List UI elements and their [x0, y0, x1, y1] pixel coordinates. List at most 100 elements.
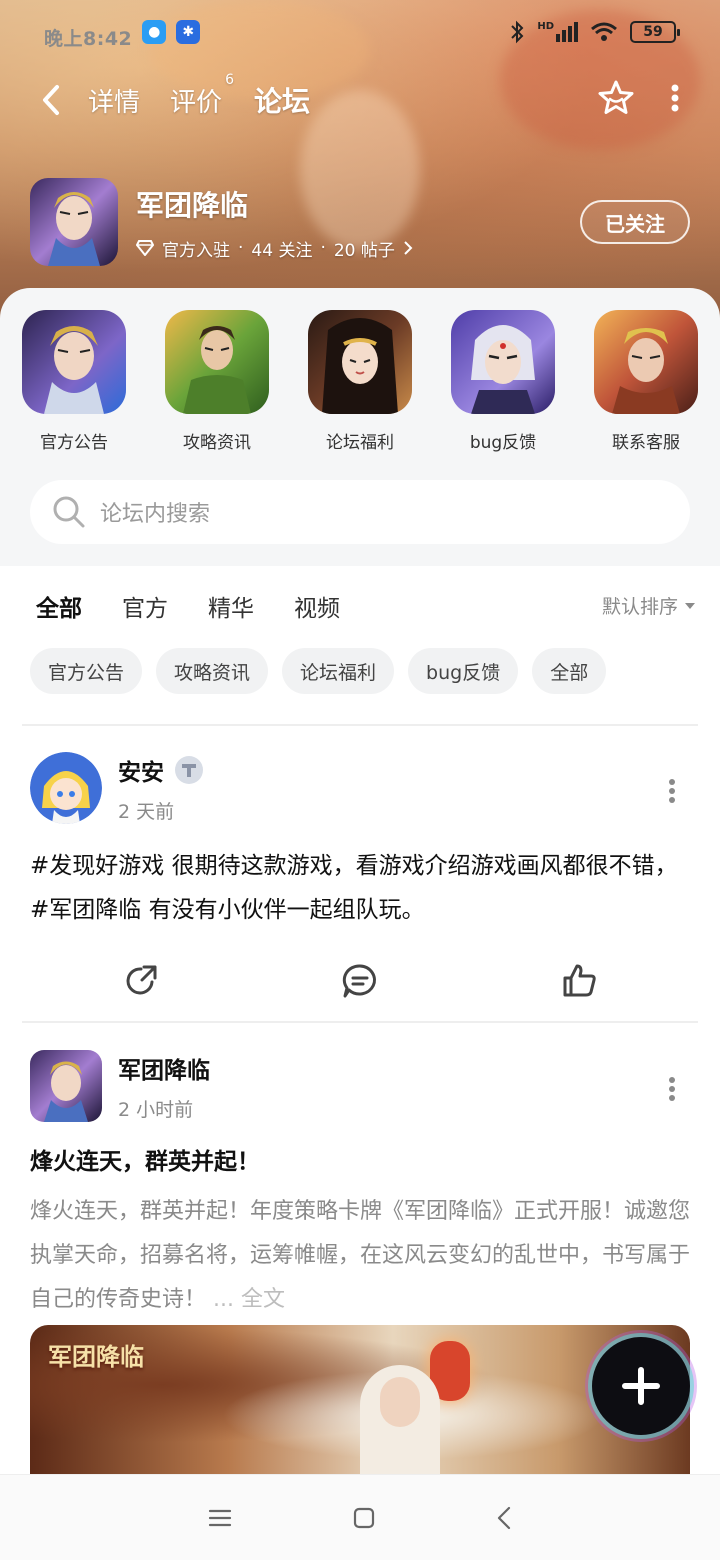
status-bar: 晚上8:42 ● ✱ HD 59 [0, 0, 720, 64]
post-author-info: 军团降临 2 小时前 [118, 1051, 210, 1122]
feed-tab-featured[interactable]: 精华 [208, 589, 254, 623]
divider [22, 1021, 698, 1023]
create-post-button[interactable] [592, 1337, 690, 1435]
tab-reviews-label: 评价 [170, 87, 223, 118]
more-options-icon[interactable] [668, 778, 676, 804]
author-name: 安安 [118, 759, 164, 786]
feed-tabs: 全部 官方 精华 视频 默认排序 [0, 566, 720, 646]
chip-bug-report[interactable]: bug反馈 [408, 648, 519, 694]
perks-hero-icon [308, 310, 412, 414]
like-icon[interactable] [560, 962, 598, 1000]
feed-tab-official[interactable]: 官方 [122, 589, 168, 623]
post-time: 2 小时前 [118, 1098, 194, 1121]
sort-dropdown[interactable]: 默认排序 [602, 592, 696, 619]
system-nav-bar [0, 1474, 720, 1560]
avatar[interactable] [30, 1050, 102, 1122]
more-options-icon[interactable] [670, 83, 680, 113]
category-guides[interactable]: 攻略资讯 [165, 310, 269, 453]
category-sheet: 官方公告 攻略资讯 论坛福利 bug反馈 联系客服 论坛内搜索 [0, 288, 720, 566]
chip-guides[interactable]: 攻略资讯 [156, 648, 269, 694]
customer-service-hero-icon [594, 310, 698, 414]
category-customer-service[interactable]: 联系客服 [594, 310, 698, 453]
category-label: 联系客服 [612, 433, 680, 453]
game-banner: 晚上8:42 ● ✱ HD 59 详情 评价 6 论坛 军团降临 官方入驻 · … [0, 0, 720, 330]
tab-forum[interactable]: 论坛 [254, 80, 310, 124]
category-label: bug反馈 [469, 433, 537, 453]
back-arrow-icon [43, 85, 59, 115]
author-name: 军团降临 [118, 1057, 210, 1084]
post-card[interactable]: 安安 2 天前 #发现好游戏 很期待这款游戏，看游戏介绍游戏画风都很不错，#军团… [30, 752, 690, 1006]
category-label: 攻略资讯 [183, 433, 251, 453]
bluetooth-notification-icon: ✱ [176, 20, 201, 44]
post-image-logo: 军团降临 [48, 1342, 144, 1371]
category-label: 官方公告 [40, 433, 108, 453]
chevron-right-icon [404, 241, 413, 255]
search-placeholder: 论坛内搜索 [100, 502, 211, 527]
post-author-info: 安安 2 天前 [118, 753, 204, 824]
signal-icon: HD [537, 22, 578, 42]
wifi-icon [591, 22, 617, 41]
post-description: 烽火连天，群英并起！年度策略卡牌《军团降临》正式开服！诚邀您执掌天命，招募名将，… [30, 1190, 690, 1322]
reviews-count-badge: 6 [225, 71, 235, 88]
chip-forum-perks[interactable]: 论坛福利 [282, 648, 395, 694]
status-time: 晚上8:42 [44, 27, 133, 50]
nav-actions [596, 78, 680, 118]
back-button[interactable] [36, 80, 66, 120]
comment-icon[interactable] [341, 962, 379, 1000]
favorite-star-icon[interactable] [596, 78, 636, 118]
divider [22, 724, 698, 726]
filter-chips: 官方公告 攻略资讯 论坛福利 bug反馈 全部 [30, 648, 607, 694]
forum-search-bar[interactable]: 论坛内搜索 [30, 480, 690, 544]
game-icon[interactable] [30, 178, 118, 266]
tab-details[interactable]: 详情 [88, 82, 140, 119]
feed-tab-all[interactable]: 全部 [36, 589, 82, 629]
follow-button[interactable]: 已关注 [580, 200, 690, 244]
bug-report-hero-icon [451, 310, 555, 414]
post-card[interactable]: 军团降临 2 小时前 烽火连天，群英并起！ 烽火连天，群英并起！年度策略卡牌《军… [30, 1050, 690, 1322]
feed-tab-video[interactable]: 视频 [294, 589, 340, 623]
back-icon[interactable] [496, 1505, 512, 1531]
post-header: 安安 2 天前 [30, 752, 690, 824]
post-time: 2 天前 [118, 800, 175, 823]
category-bug-report[interactable]: bug反馈 [451, 310, 555, 453]
posts-count: 20 帖子 [333, 240, 395, 261]
category-official-announcements[interactable]: 官方公告 [22, 310, 126, 453]
post-title: 烽火连天，群英并起！ [30, 1149, 260, 1175]
game-stats[interactable]: 官方入驻 · 44 关注 · 20 帖子 [136, 236, 413, 261]
search-icon [53, 496, 85, 528]
battery-level: 59 [643, 24, 663, 40]
top-nav: 详情 评价 6 论坛 [0, 70, 720, 130]
chip-official-announcements[interactable]: 官方公告 [30, 648, 143, 694]
chip-all[interactable]: 全部 [532, 648, 607, 694]
separator-dot: · [238, 238, 244, 258]
post-description-text: 烽火连天，群英并起！年度策略卡牌《军团降临》正式开服！诚邀您执掌天命，招募名将，… [30, 1199, 691, 1312]
home-icon[interactable] [352, 1506, 376, 1530]
category-forum-perks[interactable]: 论坛福利 [308, 310, 412, 453]
menu-icon[interactable] [208, 1508, 232, 1528]
status-indicators: HD 59 [509, 20, 680, 44]
post-body: #发现好游戏 很期待这款游戏，看游戏介绍游戏画风都很不错，#军团降临 有没有小伙… [30, 853, 678, 923]
user-badge-icon [175, 755, 203, 784]
tab-reviews[interactable]: 评价 6 [170, 72, 234, 119]
game-meta: 军团降临 官方入驻 · 44 关注 · 20 帖子 [136, 184, 413, 261]
post-author[interactable]: 安安 [118, 753, 204, 787]
post-header: 军团降临 2 小时前 [30, 1050, 690, 1122]
post-author[interactable]: 军团降临 [118, 1051, 210, 1085]
share-icon[interactable] [122, 962, 160, 1000]
more-options-icon[interactable] [668, 1076, 676, 1102]
hd-label: HD [537, 21, 554, 32]
game-title: 军团降临 [136, 188, 249, 222]
category-row: 官方公告 攻略资讯 论坛福利 bug反馈 联系客服 [0, 310, 720, 453]
diamond-icon [136, 240, 154, 256]
avatar[interactable] [30, 752, 102, 824]
notification-app-icon: ● [142, 20, 167, 44]
bluetooth-icon [511, 20, 524, 44]
guides-hero-icon [165, 310, 269, 414]
post-actions [30, 956, 690, 1006]
battery-icon: 59 [630, 21, 680, 43]
separator-dot: · [320, 238, 326, 258]
category-label: 论坛福利 [326, 433, 394, 453]
read-more-link[interactable]: ... 全文 [213, 1287, 285, 1312]
post-image[interactable]: 军团降临 [30, 1325, 690, 1475]
plus-icon [622, 1367, 660, 1405]
